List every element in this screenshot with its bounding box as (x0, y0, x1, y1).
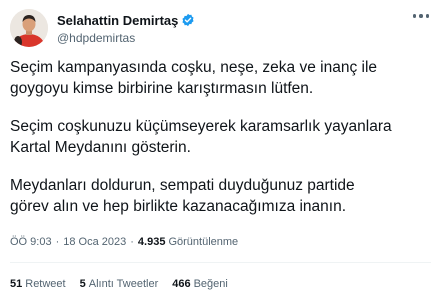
more-dot (412, 14, 416, 18)
name-row: Selahattin Demirtaş (57, 11, 195, 29)
tweet-date[interactable]: 18 Oca 2023 (63, 236, 126, 248)
tweet-header: Selahattin Demirtaş @hdpdemirtas (10, 8, 195, 48)
tweet-time[interactable]: ÖÖ 9:03 (10, 236, 52, 248)
tweet-paragraph-1: Seçim kampanyasında coşku, neşe, zeka ve… (10, 59, 378, 97)
meta-separator: · (55, 236, 60, 248)
tweet-meta: ÖÖ 9:03 · 18 Oca 2023 · 4.935 Görüntülen… (10, 236, 238, 248)
quotes-label: Alıntı Tweetler (88, 278, 159, 290)
author-handle[interactable]: @hdpdemirtas (57, 31, 195, 45)
tweet-stats: 51 Retweet 5 Alıntı Tweetler 466 Beğeni (10, 278, 242, 290)
retweets-label: Retweet (25, 278, 66, 290)
likes-stat[interactable]: 466 Beğeni (172, 278, 228, 290)
views-label: Görüntülenme (168, 236, 239, 248)
tweet-paragraph-3: Meydanları doldurun, sempati duyduğunuz … (10, 177, 355, 215)
likes-label: Beğeni (193, 278, 228, 290)
more-options-icon[interactable] (412, 14, 429, 18)
avatar-image (10, 9, 48, 47)
divider (10, 262, 431, 263)
retweets-count: 51 (10, 278, 23, 290)
more-dot (425, 14, 429, 18)
avatar[interactable] (10, 9, 48, 47)
retweets-stat[interactable]: 51 Retweet (10, 278, 66, 290)
tweet-text: Seçim kampanyasında coşku, neşe, zeka ve… (10, 57, 435, 234)
verified-badge-icon[interactable] (181, 13, 195, 27)
meta-separator: · (130, 236, 134, 248)
more-dot (419, 14, 423, 18)
author-names: Selahattin Demirtaş @hdpdemirtas (57, 11, 195, 45)
quotes-count: 5 (79, 278, 86, 290)
tweet-paragraph-2: Seçim coşkunuzu küçümseyerek karamsarlık… (10, 118, 392, 156)
likes-count: 466 (172, 278, 191, 290)
quotes-stat[interactable]: 5 Alıntı Tweetler (80, 278, 159, 290)
author-name[interactable]: Selahattin Demirtaş (57, 13, 178, 28)
views-count: 4.935 (137, 236, 166, 248)
tweet-card: Selahattin Demirtaş @hdpdemirtas Seçim k… (0, 0, 441, 297)
